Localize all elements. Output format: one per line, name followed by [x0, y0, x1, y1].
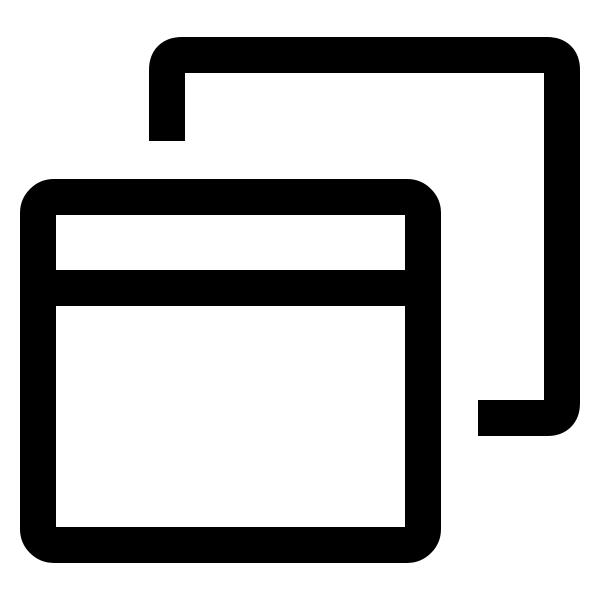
icon-canvas — [0, 0, 600, 600]
multiple-windows-icon — [20, 37, 580, 563]
front-window-frame — [20, 179, 441, 563]
